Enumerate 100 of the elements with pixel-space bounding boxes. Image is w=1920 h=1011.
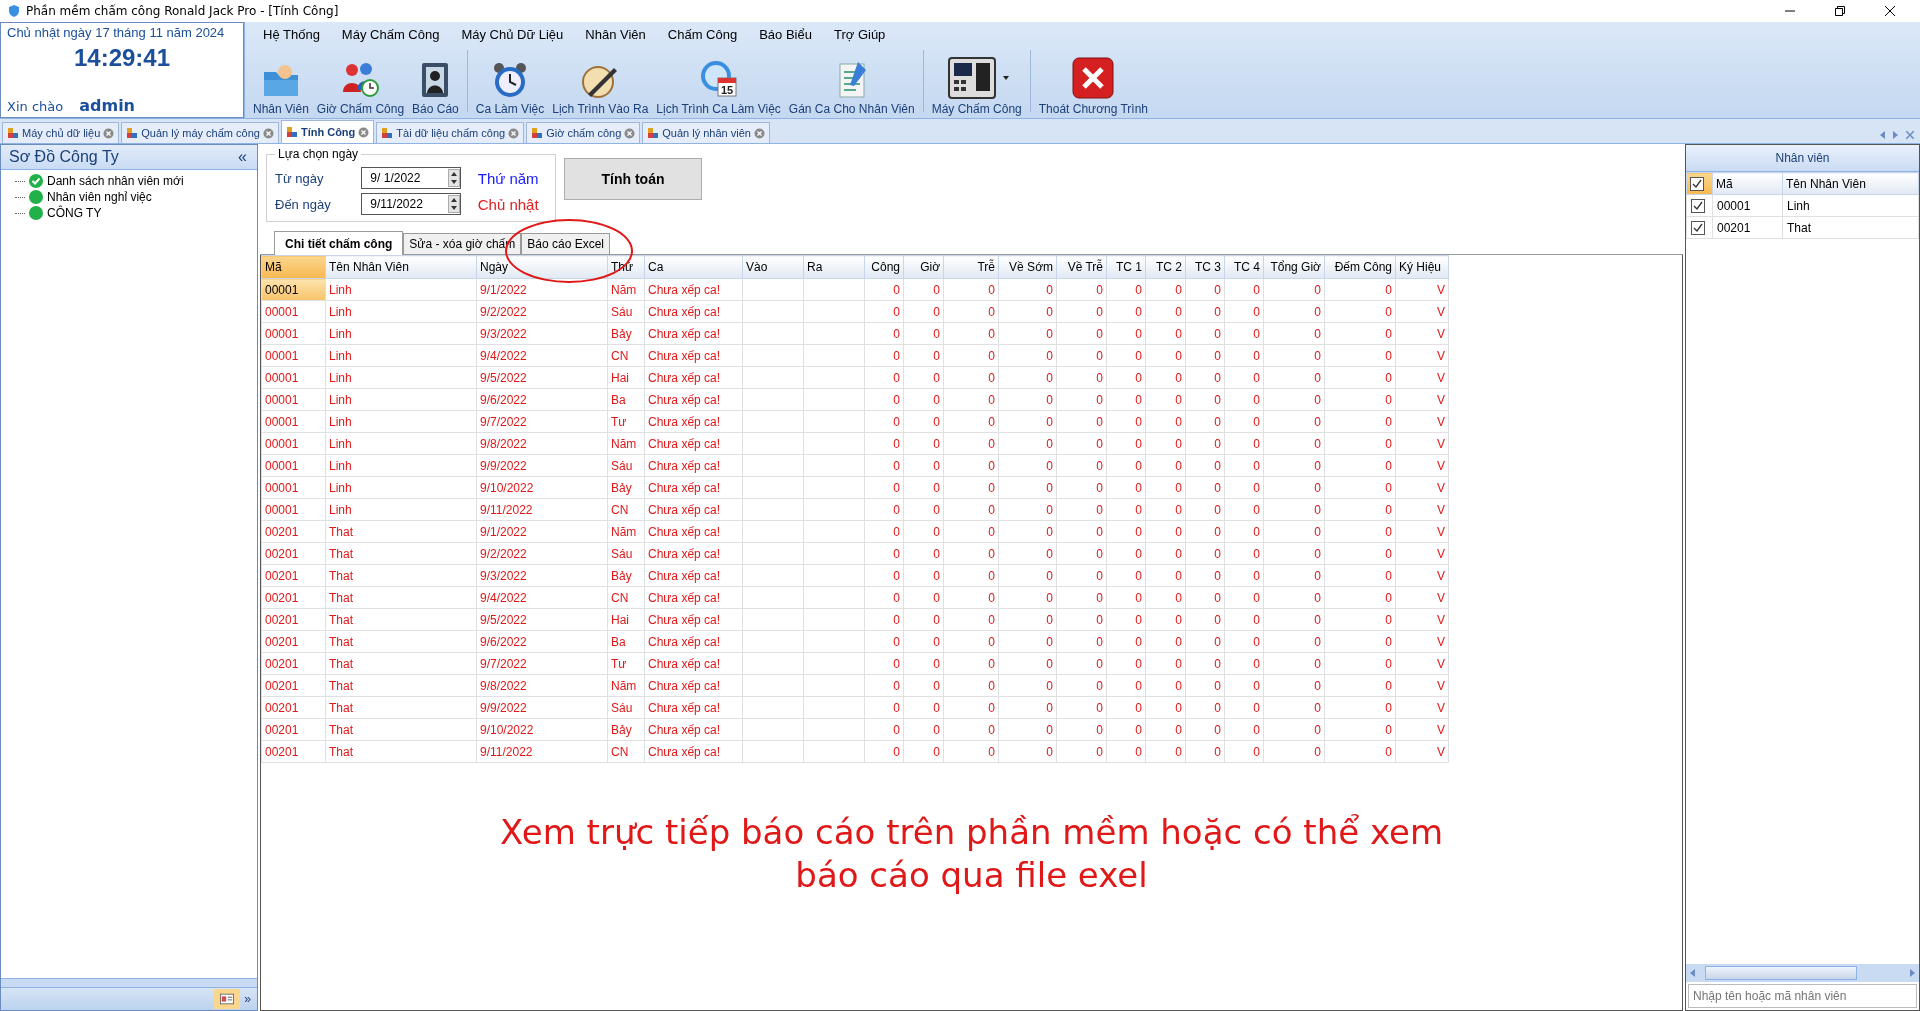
table-cell: 0: [1056, 344, 1107, 367]
spin-arrows-icon[interactable]: [448, 169, 461, 187]
tree-item[interactable]: Nhân viên nghỉ việc: [47, 190, 152, 204]
table-cell: 0: [1056, 454, 1107, 477]
scroll-right-icon[interactable]: [1893, 131, 1898, 139]
column-header[interactable]: Giờ: [903, 255, 944, 279]
table-cell: 0: [1056, 432, 1107, 455]
toolbar-button[interactable]: Thoát Chương Trình: [1034, 56, 1153, 116]
menu-item[interactable]: Hệ Thống: [255, 24, 328, 44]
checkbox[interactable]: [1691, 198, 1705, 213]
toolbar-button[interactable]: Báo Cáo: [408, 60, 463, 116]
document-tab[interactable]: Giờ chấm công: [526, 122, 641, 143]
table-cell: 0: [864, 718, 904, 741]
table-cell: V: [1395, 586, 1449, 609]
toolbar-button[interactable]: Nhân Viên: [249, 60, 313, 116]
column-header[interactable]: Mã: [261, 255, 326, 279]
checkbox[interactable]: [1690, 176, 1704, 191]
table-cell: 0: [1106, 410, 1146, 433]
splitter-handle[interactable]: [1, 978, 257, 988]
table-cell: Linh: [325, 498, 477, 521]
menu-item[interactable]: Máy Chấm Công: [333, 24, 448, 44]
toolbar-button[interactable]: Gán Ca Cho Nhân Viên: [784, 60, 919, 116]
table-cell: 00201: [261, 586, 326, 609]
toolbar-button[interactable]: 15 Lịch Trình Ca Làm Việc: [652, 58, 785, 116]
column-header[interactable]: Tổng Giờ: [1263, 255, 1325, 279]
table-cell: That: [325, 696, 477, 719]
column-header[interactable]: TC 3: [1185, 255, 1225, 279]
column-header[interactable]: Đếm Công: [1324, 255, 1396, 279]
spin-arrows-icon[interactable]: [448, 195, 461, 213]
table-cell: Sáu: [607, 696, 645, 719]
table-cell: Chưa xếp ca!: [644, 366, 743, 389]
menu-item[interactable]: Báo Biểu: [751, 24, 820, 44]
table-cell: [742, 740, 804, 763]
toolbar-button[interactable]: Ca Làm Việc: [471, 60, 549, 116]
column-header[interactable]: Trễ: [943, 255, 999, 279]
column-header[interactable]: Ký Hiệu: [1395, 255, 1449, 279]
column-header[interactable]: Tên Nhân Viên: [1782, 172, 1919, 195]
column-header[interactable]: TC 1: [1106, 255, 1146, 279]
column-header[interactable]: Ra: [803, 255, 865, 279]
table-cell: 0: [1145, 586, 1186, 609]
column-header[interactable]: Về Sớm: [998, 255, 1057, 279]
tab[interactable]: Báo cáo Excel: [521, 233, 610, 254]
column-header[interactable]: TC 2: [1145, 255, 1186, 279]
toolbar-button[interactable]: Giờ Chấm Công: [312, 60, 409, 116]
menu-item[interactable]: Chấm Công: [659, 24, 746, 44]
table-cell: [803, 498, 865, 521]
table-cell: 0: [943, 542, 999, 565]
table-cell: [742, 674, 804, 697]
column-header[interactable]: Công: [864, 255, 904, 279]
document-tab[interactable]: Tài dữ liệu chấm công: [376, 122, 525, 143]
collapse-button[interactable]: «: [236, 148, 249, 166]
table-cell: [803, 696, 865, 719]
table-cell: 00201: [261, 696, 326, 719]
id-card-icon: [220, 993, 235, 1005]
status-dot-icon: [29, 190, 43, 204]
scroll-right-icon[interactable]: [1910, 969, 1915, 977]
document-tab[interactable]: Máy chủ dữ liệu: [2, 122, 120, 143]
column-header[interactable]: Vào: [742, 255, 804, 279]
checkbox[interactable]: [1691, 220, 1705, 235]
table-cell: 0: [998, 322, 1057, 345]
table-cell: 0: [943, 630, 999, 653]
document-tab[interactable]: Quản lý nhân viên: [642, 122, 770, 143]
toolbar-button[interactable]: Máy Chấm Công: [927, 56, 1026, 116]
table-cell: 0: [1324, 322, 1396, 345]
column-header[interactable]: Tên Nhân Viên: [325, 255, 477, 279]
column-header[interactable]: Ngày: [476, 255, 608, 279]
scroll-left-icon[interactable]: [1690, 969, 1695, 977]
table-cell: 0: [943, 608, 999, 631]
table-cell: 9/9/2022: [476, 696, 608, 719]
date-field[interactable]: 9/11/2022: [361, 193, 462, 215]
table-cell: 0: [864, 498, 904, 521]
table-cell: 00001: [261, 498, 326, 521]
scroll-left-icon[interactable]: [1880, 131, 1885, 139]
column-header[interactable]: Ca: [644, 255, 743, 279]
table-cell: Linh: [325, 410, 477, 433]
card-button[interactable]: [214, 989, 241, 1009]
date-field[interactable]: 9/ 1/2022: [361, 167, 462, 189]
menu-item[interactable]: Trợ Giúp: [825, 24, 894, 44]
table-cell: 0: [903, 740, 944, 763]
document-tab[interactable]: Tính Công: [280, 120, 375, 143]
table-cell: 0: [943, 696, 999, 719]
document-tab[interactable]: Quản lý máy chấm công: [121, 122, 279, 143]
tree-item[interactable]: Danh sách nhân viên mới: [47, 174, 184, 188]
table-cell: 0: [1056, 388, 1107, 411]
menu-item[interactable]: Máy Chủ Dữ Liệu: [453, 24, 572, 44]
column-header[interactable]: TC 4: [1224, 255, 1264, 279]
column-header[interactable]: Về Trễ: [1056, 255, 1107, 279]
more-button[interactable]: »: [244, 992, 251, 1006]
table-cell: 0: [864, 476, 904, 499]
calculate-button[interactable]: Tính toán: [564, 158, 702, 200]
column-header[interactable]: Mã: [1712, 172, 1783, 195]
table-cell: 0: [1106, 586, 1146, 609]
toolbar-button[interactable]: Lịch Trình Vào Ra: [548, 60, 653, 116]
menu-item[interactable]: Nhân Viên: [577, 24, 654, 44]
table-cell: 0: [903, 564, 944, 587]
horizontal-scrollbar[interactable]: [1686, 964, 1919, 982]
table-cell: That: [325, 674, 477, 697]
search-field[interactable]: Nhập tên hoặc mã nhân viên: [1688, 984, 1917, 1008]
tab[interactable]: Chi tiết chấm công: [274, 231, 404, 255]
tree-item[interactable]: CÔNG TY: [47, 206, 102, 220]
